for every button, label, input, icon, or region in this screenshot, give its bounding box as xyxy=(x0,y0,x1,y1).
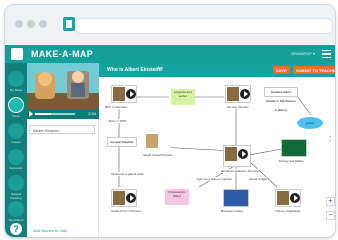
window-dot xyxy=(27,20,35,28)
logo-icon xyxy=(11,48,23,60)
map-node[interactable] xyxy=(225,85,251,103)
window-dot xyxy=(15,20,23,28)
node-label: Einstein's Quantum Theories xyxy=(221,169,260,173)
rail-label: Word Bank xyxy=(8,218,24,222)
map-node[interactable] xyxy=(223,189,249,207)
map-node[interactable] xyxy=(281,139,307,157)
app: MAKE-A-MAP BRAINPOP ▾ My Maps Movie Imag… xyxy=(5,45,335,237)
map-node[interactable] xyxy=(111,85,137,103)
node-image xyxy=(146,134,158,148)
window-dot xyxy=(39,20,47,28)
app-title: MAKE-A-MAP xyxy=(31,49,93,59)
address-bar[interactable] xyxy=(75,18,333,34)
redo-icon[interactable]: ↷ xyxy=(324,139,335,143)
rail-keywords[interactable] xyxy=(8,149,24,165)
map-node[interactable] xyxy=(145,133,171,151)
movie-still xyxy=(27,71,99,109)
hamburger-icon[interactable] xyxy=(322,50,331,58)
add-movies-link[interactable]: Add Movies to map xyxy=(33,228,67,233)
video-time: 2:34 xyxy=(88,111,96,116)
map-canvas[interactable]: Born in Germany physicist and author his… xyxy=(99,77,335,237)
rail-my-maps[interactable] xyxy=(8,71,24,87)
video-progress[interactable] xyxy=(35,113,75,115)
app-header: MAKE-A-MAP BRAINPOP ▾ xyxy=(5,45,335,63)
link-label: Born in 1879 xyxy=(109,119,127,123)
map-title: Who is Albert Einstein? xyxy=(107,67,163,73)
map-node[interactable]: General Relativity xyxy=(107,137,137,147)
rail-label: Movie xyxy=(11,114,20,118)
rail-word-bank[interactable] xyxy=(8,201,24,217)
play-icon[interactable] xyxy=(238,149,248,159)
rail-label: Keywords xyxy=(9,166,23,170)
play-icon[interactable] xyxy=(29,111,33,117)
sticky-note[interactable]: Photoelectric Effect xyxy=(165,189,189,205)
video-player[interactable] xyxy=(27,63,99,109)
node-label: Theory of Relativity xyxy=(275,209,301,213)
map-node[interactable] xyxy=(223,145,251,167)
browser-chrome xyxy=(5,5,335,45)
node-image xyxy=(227,87,239,101)
side-rail: My Maps Movie Images Keywords Related Re… xyxy=(5,63,27,237)
sticky-note[interactable]: physicist and author xyxy=(171,89,195,105)
map-toolbar: Who is Albert Einstein? ✎ SAVE SUBMIT TO… xyxy=(99,63,335,77)
map-node[interactable] xyxy=(111,189,137,207)
video-controls: 2:34 xyxy=(27,109,99,119)
node-image xyxy=(225,147,237,161)
play-icon[interactable] xyxy=(126,193,136,203)
site-icon xyxy=(63,17,75,31)
node-image xyxy=(277,191,289,205)
rail-label: My Maps xyxy=(9,88,23,92)
submit-button[interactable]: SUBMIT TO TEACHER xyxy=(293,66,335,74)
rail-related-reading[interactable] xyxy=(8,175,24,191)
node-label: Born in Germany xyxy=(105,105,128,109)
account-menu[interactable]: BRAINPOP ▾ xyxy=(291,51,315,56)
rail-label: Related Reading xyxy=(10,192,22,200)
search-input[interactable]: Albert Einstein xyxy=(29,125,95,134)
rail-movie[interactable] xyxy=(8,97,24,113)
help-button[interactable]: ? xyxy=(10,223,22,235)
zoom-out-button[interactable]: − xyxy=(326,211,335,220)
map-node[interactable] xyxy=(275,189,301,207)
play-icon[interactable] xyxy=(290,193,300,203)
node-image xyxy=(113,191,125,205)
node-label: Brownian motion xyxy=(221,209,244,213)
map-node[interactable]: Explains Albert Einstein's Significance … xyxy=(264,87,298,112)
rail-images[interactable] xyxy=(8,123,24,139)
link-label: speed of light xyxy=(249,177,267,181)
browser-window: MAKE-A-MAP BRAINPOP ▾ My Maps Movie Imag… xyxy=(4,4,336,238)
map-side-controls: ↶ ↷ xyxy=(324,135,335,143)
play-icon[interactable] xyxy=(126,89,136,99)
link-label: light not a wave or particle xyxy=(197,177,232,181)
rail-label: Images xyxy=(11,140,21,144)
edit-icon[interactable]: ✎ xyxy=(157,66,162,73)
node-label: Energy and Matter xyxy=(279,159,304,163)
ellipse-node[interactable]: gravity xyxy=(297,117,323,129)
zoom-in-button[interactable]: + xyxy=(326,197,335,206)
play-icon[interactable] xyxy=(240,89,250,99)
link-label: worked as a patent clerk xyxy=(111,172,144,176)
node-label: taught himself physics xyxy=(143,153,173,157)
node-image xyxy=(113,87,125,101)
node-label: Nobel Prize in Physics xyxy=(111,209,141,213)
movie-panel: 2:34 Albert Einstein Add Movies to map xyxy=(27,63,99,237)
node-label: his own theories xyxy=(227,105,249,109)
save-button[interactable]: SAVE xyxy=(273,66,290,74)
